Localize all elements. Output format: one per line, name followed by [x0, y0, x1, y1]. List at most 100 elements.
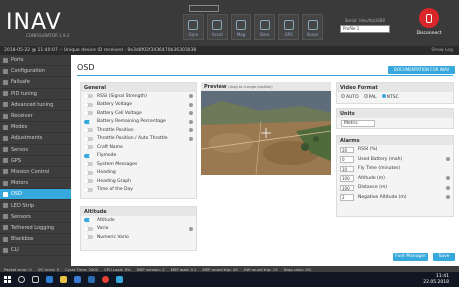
toggle-vario[interactable] — [84, 226, 93, 231]
sidebar-item-led-strip[interactable]: LED Strip — [0, 200, 71, 212]
edge-browser-icon[interactable] — [42, 272, 56, 287]
search-taskbar-icon[interactable] — [14, 272, 28, 287]
help-icon[interactable] — [189, 102, 193, 107]
alarm-altitude: 100 Altitude (m) — [337, 174, 453, 184]
alarm-fly-time-input[interactable]: 10 — [340, 165, 354, 172]
help-icon[interactable] — [446, 185, 450, 190]
osd-item-flymode: Flymode — [81, 152, 196, 161]
page-title: OSD — [77, 63, 95, 72]
sonar-icon — [307, 20, 318, 30]
font-manager-button[interactable]: Font Manager — [393, 253, 428, 261]
osd-item-throttle: Throttle Position — [81, 126, 196, 135]
preview-title: Preview — [204, 84, 227, 90]
sidebar-item-pid-tuning[interactable]: PID tuning — [0, 89, 71, 100]
disconnect-button[interactable]: Disconnect — [413, 8, 445, 44]
video-format-pal[interactable]: PAL — [363, 94, 377, 100]
toggle-auto-throttle[interactable] — [84, 136, 93, 141]
sidebar-item-failsafe[interactable]: Failsafe — [0, 77, 71, 89]
sidebar: Ports Configuration Failsafe PID tuning … — [0, 55, 71, 266]
inav-app-icon[interactable] — [112, 272, 126, 287]
file-explorer-icon[interactable] — [56, 272, 70, 287]
toggle-system-messages[interactable] — [84, 162, 93, 167]
chrome-icon[interactable] — [98, 272, 112, 287]
help-icon[interactable] — [189, 226, 193, 231]
sidebar-item-cli[interactable]: CLI — [0, 245, 71, 257]
osd-item-cell-voltage: Battery Cell Voltage — [81, 109, 196, 118]
toggle-battery-voltage[interactable] — [84, 102, 93, 107]
sensor-accel: Accel — [206, 14, 228, 40]
osd-preview: Preview (drag to change position) — [201, 82, 331, 178]
port-label: Serial: /dev/ttyUSB0 — [344, 18, 386, 23]
units-select[interactable]: Metric — [341, 120, 375, 127]
osd-item-heading: Heading — [81, 169, 196, 178]
toggle-altitude[interactable] — [84, 218, 93, 223]
sidebar-item-osd[interactable]: OSD — [0, 189, 71, 201]
help-icon[interactable] — [189, 94, 193, 99]
start-button[interactable] — [0, 272, 14, 287]
sensor-baro: Baro — [254, 14, 276, 40]
sensor-mag: Mag — [230, 14, 252, 40]
sensor-sonar: Sonar — [302, 14, 323, 40]
help-icon[interactable] — [446, 157, 450, 162]
video-format-auto[interactable]: AUTO — [341, 94, 359, 100]
toggle-numeric-vario[interactable] — [84, 235, 93, 240]
documentation-button[interactable]: DOCUMENTATION FOR INAV — [388, 66, 455, 74]
camera-preview-image[interactable] — [201, 91, 331, 175]
mail-icon[interactable] — [84, 272, 98, 287]
sidebar-item-sensors[interactable]: Sensors — [0, 212, 71, 223]
help-icon[interactable] — [446, 176, 450, 181]
units-panel: Units Metric — [336, 108, 454, 129]
toggle-heading[interactable] — [84, 170, 93, 175]
alarm-rssi-input[interactable]: 20 — [340, 146, 354, 153]
advanced-tuning-icon — [3, 102, 8, 108]
sidebar-item-modes[interactable]: Modes — [0, 122, 71, 134]
sidebar-item-mission-control[interactable]: Mission Control — [0, 167, 71, 179]
sidebar-item-adjustments[interactable]: Adjustments — [0, 133, 71, 145]
sidebar-item-blackbox[interactable]: Blackbox — [0, 234, 71, 246]
status-packet-error: Packet error: 0 — [4, 266, 32, 272]
osd-item-vario: Vario — [81, 225, 196, 234]
toggle-time-of-day[interactable] — [84, 187, 93, 192]
osd-item-battery-voltage: Battery Voltage — [81, 101, 196, 110]
osd-item-auto-throttle: Throttle Position / Auto Throttle — [81, 135, 196, 144]
alarm-distance-input[interactable]: 100 — [340, 184, 354, 191]
status-cycle-time: Cycle Time: 2000 — [65, 266, 99, 272]
help-icon[interactable] — [446, 195, 450, 200]
video-format-ntsc[interactable]: NTSC — [381, 94, 399, 100]
toggle-craft-name[interactable] — [84, 145, 93, 150]
sidebar-item-motors[interactable]: Motors — [0, 178, 71, 190]
alarm-used-battery: 0 Used Battery (mah) — [337, 155, 453, 165]
help-icon[interactable] — [189, 136, 193, 141]
log-message: 2018-05-22 @ 11:40:07 -- Unique device I… — [4, 48, 197, 53]
alarm-negative-altitude-input[interactable]: 2 — [340, 194, 354, 201]
sidebar-item-advanced-tuning[interactable]: Advanced tuning — [0, 100, 71, 111]
servos-icon — [3, 147, 8, 153]
sidebar-item-ports[interactable]: Ports — [0, 55, 71, 67]
alarm-used-battery-input[interactable]: 0 — [340, 156, 354, 163]
general-panel: General RSSI (Signal Strength) Battery V… — [80, 82, 197, 199]
toggle-heading-graph[interactable] — [84, 179, 93, 184]
toggle-cell-voltage[interactable] — [84, 111, 93, 116]
alarm-altitude-input[interactable]: 100 — [340, 175, 354, 182]
help-icon[interactable] — [189, 119, 193, 124]
sidebar-item-receiver[interactable]: Receiver — [0, 111, 71, 123]
help-icon[interactable] — [189, 111, 193, 116]
sidebar-item-tethered-logging[interactable]: Tethered Logging — [0, 223, 71, 234]
toggle-flymode[interactable] — [84, 153, 93, 158]
help-icon[interactable] — [189, 128, 193, 133]
task-view-icon[interactable] — [28, 272, 42, 287]
profile-select[interactable]: Profile 1 — [340, 25, 390, 33]
app-version: CONFIGURATOR 1.9.3 — [26, 33, 70, 38]
sensors-icon — [3, 214, 8, 220]
system-clock[interactable]: 11:41 22.05.2018 — [423, 274, 449, 285]
toggle-battery-remaining[interactable] — [84, 119, 93, 124]
toggle-throttle[interactable] — [84, 128, 93, 133]
toggle-rssi[interactable] — [84, 94, 93, 99]
sidebar-item-servos[interactable]: Servos — [0, 145, 71, 156]
store-icon[interactable] — [70, 272, 84, 287]
sidebar-item-configuration[interactable]: Configuration — [0, 66, 71, 78]
accel-icon — [212, 20, 223, 30]
show-log-link[interactable]: Show Log — [431, 48, 453, 53]
save-button[interactable]: Save — [433, 253, 455, 261]
sidebar-item-gps[interactable]: GPS — [0, 156, 71, 167]
